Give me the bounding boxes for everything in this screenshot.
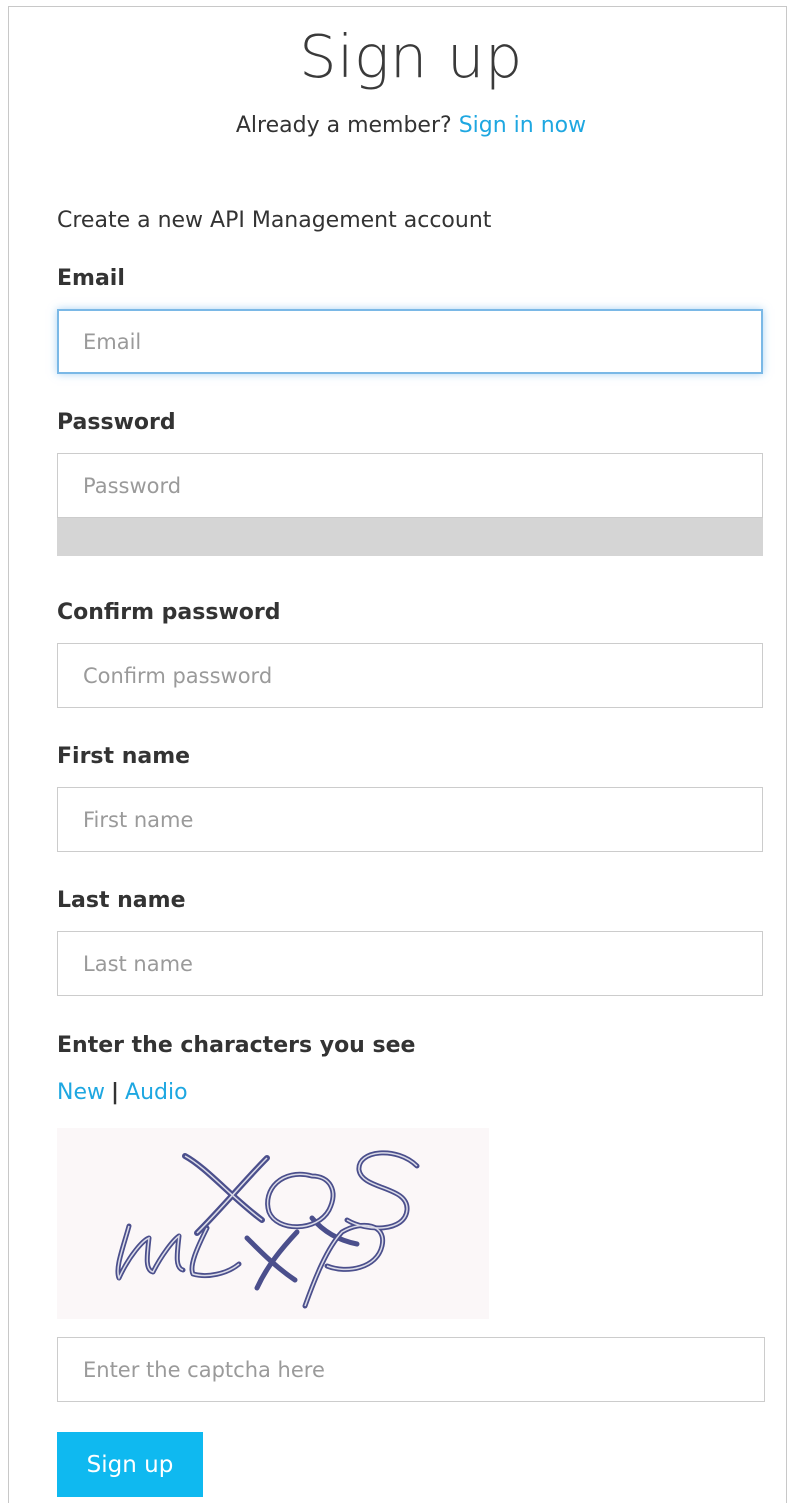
last-name-field[interactable] bbox=[57, 931, 763, 996]
sign-up-button[interactable]: Sign up bbox=[57, 1432, 203, 1497]
form-intro: Create a new API Management account bbox=[57, 208, 492, 233]
captcha-image-graphic bbox=[115, 1150, 420, 1309]
captcha-input[interactable] bbox=[57, 1337, 765, 1402]
password-field[interactable] bbox=[57, 453, 763, 518]
captcha-label: Enter the characters you see bbox=[57, 1033, 416, 1058]
captcha-image bbox=[57, 1128, 489, 1319]
captcha-audio-link[interactable]: Audio bbox=[125, 1080, 188, 1105]
sign-in-prompt: Already a member? Sign in now bbox=[0, 113, 788, 138]
email-label: Email bbox=[57, 266, 125, 291]
member-prompt-text: Already a member? bbox=[235, 113, 452, 138]
captcha-links: New | Audio bbox=[57, 1080, 188, 1105]
password-label: Password bbox=[57, 410, 176, 435]
first-name-label: First name bbox=[57, 744, 191, 769]
captcha-new-link[interactable]: New bbox=[57, 1080, 105, 1105]
email-field[interactable] bbox=[57, 309, 763, 374]
confirm-password-field[interactable] bbox=[57, 643, 763, 708]
first-name-field[interactable] bbox=[57, 787, 763, 852]
captcha-link-separator: | bbox=[111, 1080, 120, 1105]
password-strength-bar bbox=[57, 518, 763, 556]
sign-in-link[interactable]: Sign in now bbox=[459, 113, 586, 138]
page-title: Sign up bbox=[299, 22, 523, 91]
confirm-password-label: Confirm password bbox=[57, 600, 281, 625]
last-name-label: Last name bbox=[57, 888, 186, 913]
